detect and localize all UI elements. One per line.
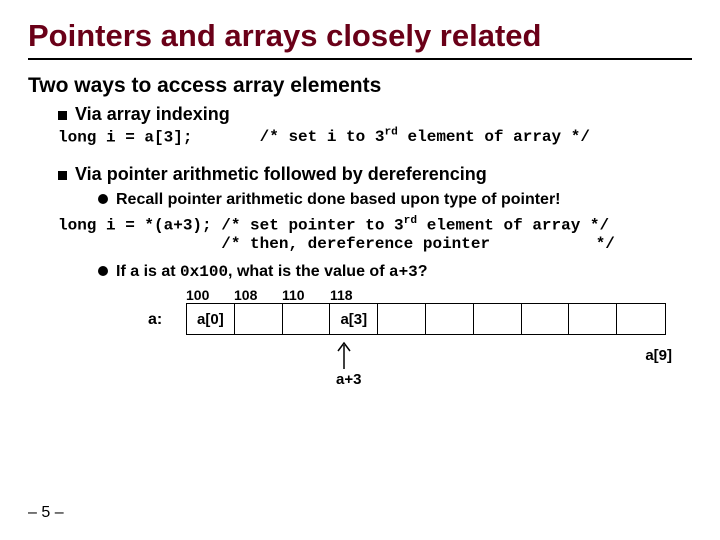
q-suffix: ? xyxy=(418,263,428,280)
bullet-pointer-arith: Via pointer arithmetic followed by deref… xyxy=(58,164,692,185)
addr-0: 100 xyxy=(186,287,234,303)
bullet-question: If a is at 0x100, what is the value of a… xyxy=(98,261,692,281)
cell-2 xyxy=(283,304,331,334)
address-row: 100 108 110 118 xyxy=(186,287,668,303)
arrow-up-icon xyxy=(336,339,352,369)
q-mid: , what is the value of xyxy=(228,263,389,280)
code-line1b: element of array */ xyxy=(417,217,609,235)
cell-6 xyxy=(474,304,522,334)
square-bullet-icon xyxy=(58,111,67,120)
cell-4 xyxy=(378,304,426,334)
addr-1: 108 xyxy=(234,287,282,303)
array-a-label: a: xyxy=(148,311,162,329)
slide-title: Pointers and arrays closely related xyxy=(28,18,692,54)
title-rule xyxy=(28,58,692,60)
cell-0: a[0] xyxy=(187,304,235,334)
disc-bullet-icon xyxy=(98,266,108,276)
bullet-text: Via pointer arithmetic followed by deref… xyxy=(75,164,487,185)
disc-bullet-icon xyxy=(98,194,108,204)
q-code2: a+3 xyxy=(389,263,418,281)
addr-2: 110 xyxy=(282,287,330,303)
code-pointer: long i = *(a+3); /* set pointer to 3rd e… xyxy=(58,215,692,252)
code-line1a: long i = *(a+3); /* set pointer to 3 xyxy=(58,217,404,235)
cell-9 xyxy=(617,304,665,334)
slide: Pointers and arrays closely related Two … xyxy=(0,0,720,540)
cell-7 xyxy=(522,304,570,334)
bullet-recall: Recall pointer arithmetic done based upo… xyxy=(98,189,692,209)
cell-5 xyxy=(426,304,474,334)
a-plus-3-label: a+3 xyxy=(336,371,361,388)
code-text: long i = a[3]; xyxy=(58,128,192,146)
code-sup2: rd xyxy=(404,215,417,227)
q-prefix: If a is at xyxy=(116,263,180,280)
q-code1: 0x100 xyxy=(180,263,228,281)
array-diagram: a: 100 108 110 118 a[0] a[3] a+3 a[9 xyxy=(148,287,668,407)
code-comment: /* set i to 3rd element of array */ xyxy=(260,128,590,146)
array-cells: a[0] a[3] xyxy=(186,303,666,335)
bullet-text: Via array indexing xyxy=(75,104,230,125)
cell-8 xyxy=(569,304,617,334)
code-line2: /* then, dereference pointer */ xyxy=(58,235,615,253)
code-comment-a: /* set i to 3 xyxy=(260,128,385,146)
cell-1 xyxy=(235,304,283,334)
page-number: – 5 – xyxy=(28,504,64,522)
bullet-text: Recall pointer arithmetic done based upo… xyxy=(116,191,561,209)
question-text: If a is at 0x100, what is the value of a… xyxy=(116,263,428,281)
code-sup: rd xyxy=(384,127,397,139)
square-bullet-icon xyxy=(58,171,67,180)
cell0-label: a[0] xyxy=(187,304,234,336)
pointer-arrow: a+3 xyxy=(336,339,361,388)
cell3-label: a[3] xyxy=(330,304,377,336)
code-comment-b: element of array */ xyxy=(398,128,590,146)
cell-3: a[3] xyxy=(330,304,378,334)
addr-3: 118 xyxy=(330,287,378,303)
code-indexing: long i = a[3]; /* set i to 3rd element o… xyxy=(58,127,692,146)
bullet-array-indexing: Via array indexing xyxy=(58,104,692,125)
section-heading: Two ways to access array elements xyxy=(28,74,692,98)
a9-label: a[9] xyxy=(645,347,672,364)
